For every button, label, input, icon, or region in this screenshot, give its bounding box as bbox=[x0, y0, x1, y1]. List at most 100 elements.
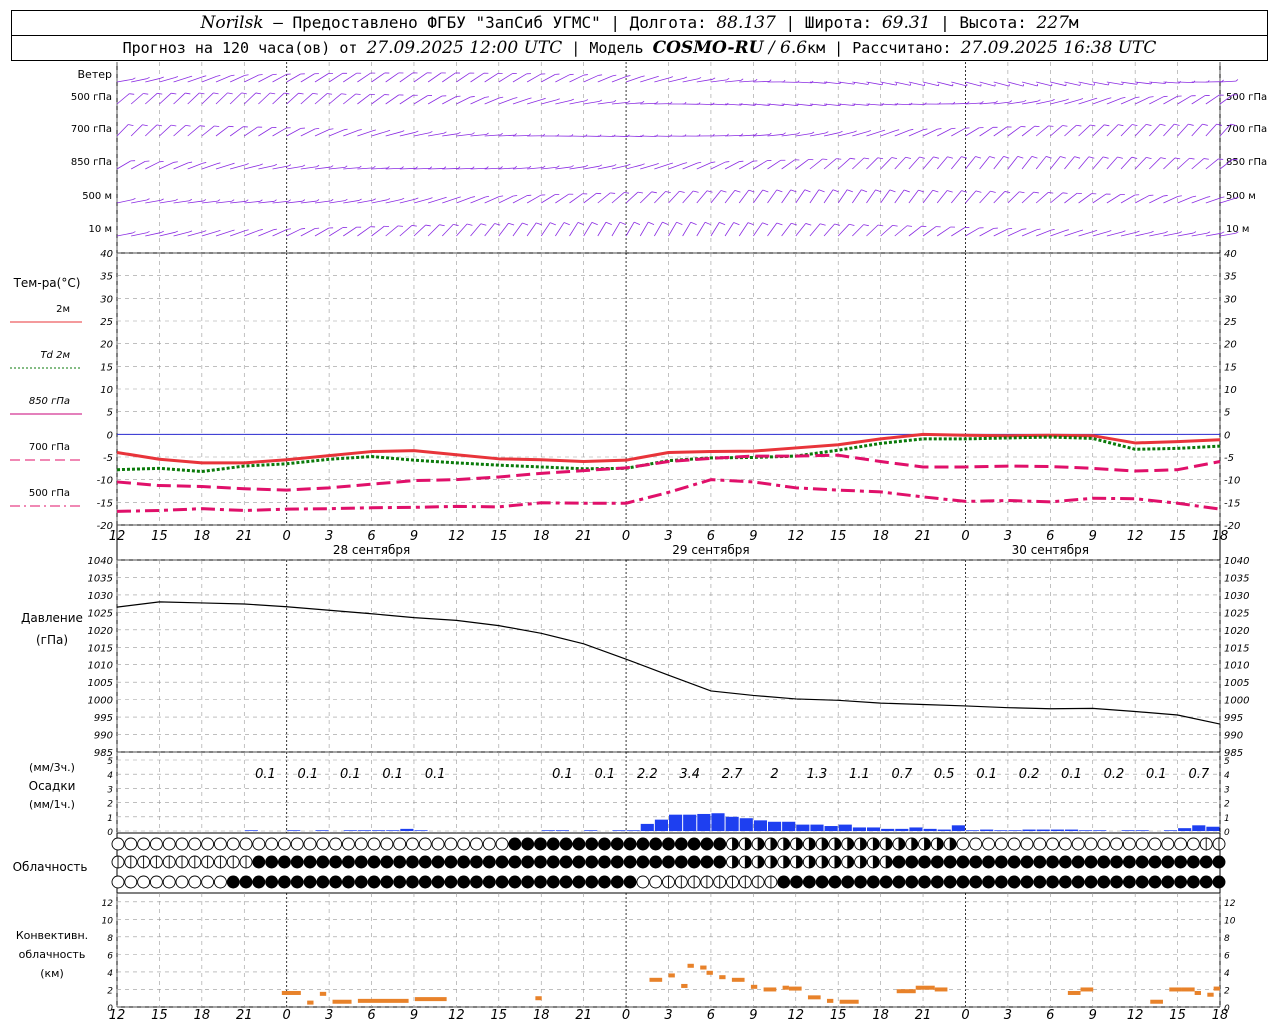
wind-barb-feather bbox=[231, 162, 235, 165]
wind-barb-feather bbox=[245, 199, 249, 202]
cloud-0-half bbox=[834, 838, 841, 850]
cloud-2-fill bbox=[790, 876, 803, 888]
wind-barb-staff bbox=[371, 130, 387, 137]
cloud-0-half bbox=[886, 838, 893, 850]
cloud-0-outline bbox=[982, 837, 996, 851]
precip-3h-total: 0.1 bbox=[552, 767, 573, 782]
cloud-0-outline bbox=[1148, 837, 1162, 851]
wind-barb-feather bbox=[217, 199, 221, 202]
hour-label-bottom: 9 bbox=[1089, 1008, 1097, 1023]
hour-label-top: 0 bbox=[283, 529, 291, 544]
cloud-0-fill bbox=[700, 838, 713, 850]
hour-label-bottom: 12 bbox=[448, 1008, 465, 1023]
cloud-2-fill bbox=[905, 876, 918, 888]
wind-barb-staff bbox=[272, 92, 285, 105]
wind-barb-staff bbox=[1163, 157, 1176, 170]
temp-ytick-right: 25 bbox=[1224, 317, 1237, 328]
pressure-ytick-left: 1010 bbox=[88, 661, 113, 672]
cloud-1-fill bbox=[406, 856, 419, 868]
cloud-1-fill bbox=[1213, 856, 1225, 868]
cloud-2-fill bbox=[585, 876, 598, 888]
wind-barb-feather bbox=[156, 124, 163, 127]
wind-barb-feather bbox=[1103, 156, 1109, 159]
wind-barb-feather bbox=[500, 132, 503, 136]
wind-barb-staff bbox=[654, 191, 666, 204]
conv-ytick-right: 4 bbox=[1224, 969, 1230, 979]
wind-barb-feather bbox=[358, 165, 362, 168]
precip-3h-total: 0.1 bbox=[976, 767, 997, 782]
wind-barb-staff bbox=[229, 230, 246, 237]
cloud-2-fill bbox=[1084, 876, 1097, 888]
pressure-ytick-right: 1020 bbox=[1224, 626, 1249, 637]
precip-bar bbox=[414, 830, 428, 831]
cloud-0-outline bbox=[994, 837, 1008, 851]
cloud-0-outline bbox=[1046, 837, 1060, 851]
wind-barb-staff bbox=[753, 222, 763, 237]
wind-barb-feather bbox=[1118, 124, 1124, 127]
wind-barb-staff bbox=[965, 227, 980, 237]
wind-barb-feather bbox=[861, 189, 868, 193]
wind-barb-staff bbox=[159, 161, 175, 170]
wind-barb-staff bbox=[1021, 125, 1035, 137]
wind-row-label-right: 850 гПа bbox=[1226, 157, 1267, 168]
cloud-2-fill bbox=[918, 876, 931, 888]
wind-barb-staff bbox=[215, 163, 232, 170]
wind-barb-feather bbox=[1121, 96, 1126, 99]
wind-barb-staff bbox=[739, 80, 756, 83]
wind-barb-feather bbox=[889, 189, 896, 193]
wind-barb-staff bbox=[951, 81, 967, 87]
wind-barb-staff bbox=[555, 100, 572, 105]
wind-barb-staff bbox=[611, 101, 628, 105]
pressure-ytick-right: 995 bbox=[1224, 713, 1243, 724]
wind-barb-staff bbox=[357, 167, 374, 170]
wind-barb-staff bbox=[555, 74, 570, 83]
wind-barb-feather bbox=[1220, 196, 1225, 199]
wind-barb-feather bbox=[641, 163, 645, 166]
cloud-1-fill bbox=[1072, 856, 1085, 868]
wind-barb-feather bbox=[1079, 98, 1084, 101]
wind-barb-feather bbox=[146, 77, 150, 80]
conv-ytick-left: 4 bbox=[107, 969, 113, 979]
wind-barb-staff bbox=[583, 222, 593, 237]
cloud-1-half bbox=[732, 856, 739, 868]
wind-barb-feather bbox=[619, 221, 626, 226]
cloud-0-half bbox=[758, 838, 765, 850]
wind-barb-staff bbox=[880, 225, 893, 237]
wind-barb-feather bbox=[312, 92, 318, 95]
wind-barb-staff bbox=[314, 128, 330, 137]
precip-3h-total: 0.1 bbox=[1061, 767, 1082, 782]
wind-barb-feather bbox=[1031, 156, 1038, 159]
hour-label-top: 6 bbox=[1046, 529, 1054, 544]
hour-label-bottom: 3 bbox=[325, 1008, 333, 1023]
wind-barb-feather bbox=[556, 165, 560, 168]
wind-barb-feather bbox=[1132, 124, 1138, 127]
pressure-ytick-right: 990 bbox=[1224, 731, 1243, 742]
precip-bar bbox=[555, 830, 570, 831]
pressure-ytick-left: 1035 bbox=[88, 573, 113, 584]
wind-barb-feather bbox=[373, 165, 376, 169]
wind-barb-staff bbox=[442, 168, 459, 170]
precip-bar bbox=[386, 830, 400, 831]
wind-barb-staff bbox=[314, 227, 330, 237]
wind-barb-feather bbox=[439, 224, 445, 227]
wind-barb-feather bbox=[230, 74, 235, 77]
wind-barb-staff bbox=[951, 190, 962, 204]
wind-barb-feather bbox=[174, 230, 179, 233]
wind-barb-staff bbox=[809, 158, 823, 170]
wind-barb-feather bbox=[1189, 157, 1195, 160]
wind-barb-feather bbox=[720, 190, 727, 193]
wind-barb-feather bbox=[241, 92, 247, 95]
wind-barb-staff bbox=[357, 199, 374, 204]
wind-barb-staff bbox=[456, 96, 471, 105]
wind-barb-staff bbox=[512, 135, 529, 137]
hour-label-bottom: 15 bbox=[491, 1008, 508, 1023]
wind-title: Ветер bbox=[78, 68, 112, 81]
wind-barb-staff bbox=[1007, 156, 1019, 170]
cloud-0-outline bbox=[1174, 837, 1188, 851]
conv-segment bbox=[332, 999, 352, 1004]
wind-barb-feather bbox=[726, 133, 729, 136]
wind-barb-feather bbox=[585, 99, 589, 102]
wind-barb-staff bbox=[300, 73, 315, 83]
temp-legend-label: Td 2м bbox=[40, 350, 70, 361]
precip-bar bbox=[1050, 829, 1064, 831]
